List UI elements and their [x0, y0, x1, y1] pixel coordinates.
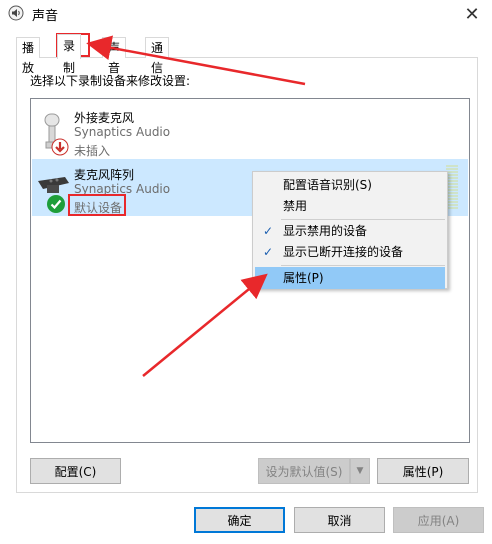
menu-item-label: 显示禁用的设备 — [283, 224, 368, 238]
button-label: 配置(C) — [54, 464, 97, 479]
unplugged-arrow-icon — [51, 138, 69, 156]
menu-item-label: 配置语音识别(S) — [283, 178, 372, 192]
menu-item-label: 属性(P) — [283, 271, 324, 285]
menu-item-show-disabled[interactable]: ✓ 显示禁用的设备 — [255, 220, 445, 242]
device-driver: Synaptics Audio — [74, 182, 171, 196]
speaker-icon — [8, 5, 24, 21]
close-button[interactable]: ✕ — [452, 0, 492, 28]
tab-recording[interactable]: 录制 — [57, 34, 82, 75]
menu-item-label: 禁用 — [283, 199, 308, 213]
menu-item-label: 显示已断开连接的设备 — [283, 245, 404, 259]
device-name: 外接麦克风 — [74, 111, 135, 125]
tab-label: 通信 — [151, 41, 164, 75]
context-menu: 配置语音识别(S) 禁用 ✓ 显示禁用的设备 ✓ 显示已断开连接的设备 属性(P… — [252, 171, 448, 289]
menu-item-configure-speech[interactable]: 配置语音识别(S) — [255, 174, 445, 196]
device-item-external-mic[interactable]: 外接麦克风 Synaptics Audio 未插入 — [32, 102, 468, 159]
cancel-button[interactable]: 取消 — [294, 507, 385, 533]
set-default-button: 设为默认值(S) — [258, 458, 350, 484]
button-label: 取消 — [327, 513, 352, 528]
device-status: 未插入 — [74, 144, 111, 158]
apply-button: 应用(A) — [393, 507, 484, 533]
chevron-down-icon: ▼ — [356, 466, 364, 476]
properties-button[interactable]: 属性(P) — [377, 458, 469, 484]
device-name: 麦克风阵列 — [74, 168, 135, 182]
menu-separator — [281, 265, 445, 266]
close-icon: ✕ — [464, 3, 480, 25]
tab-label: 播放 — [22, 41, 35, 75]
window-title: 声音 — [32, 9, 59, 24]
title-bar: 声音 ✕ — [0, 0, 492, 28]
button-label: 设为默认值(S) — [265, 464, 343, 479]
menu-item-disable[interactable]: 禁用 — [255, 195, 445, 217]
menu-item-show-disconnected[interactable]: ✓ 显示已断开连接的设备 — [255, 241, 445, 263]
ok-button[interactable]: 确定 — [194, 507, 285, 533]
tab-label: 录制 — [63, 39, 76, 75]
button-label: 属性(P) — [402, 464, 444, 479]
tab-communications[interactable]: 通信 — [145, 37, 170, 75]
button-label: 应用(A) — [417, 513, 460, 528]
checkmark-icon: ✓ — [263, 245, 274, 259]
menu-item-properties[interactable]: 属性(P) — [255, 267, 445, 289]
button-label: 确定 — [227, 513, 252, 528]
device-driver: Synaptics Audio — [74, 125, 171, 139]
checkmark-icon: ✓ — [263, 224, 274, 238]
configure-button[interactable]: 配置(C) — [30, 458, 121, 484]
instruction-text: 选择以下录制设备来修改设置: — [30, 74, 191, 88]
default-check-icon — [47, 195, 65, 213]
tab-sounds[interactable]: 声音 — [102, 37, 127, 75]
set-default-dropdown-button: ▼ — [350, 458, 370, 484]
tab-playback[interactable]: 播放 — [16, 37, 41, 75]
tab-label: 声音 — [108, 41, 121, 75]
device-status: 默认设备 — [74, 201, 123, 215]
